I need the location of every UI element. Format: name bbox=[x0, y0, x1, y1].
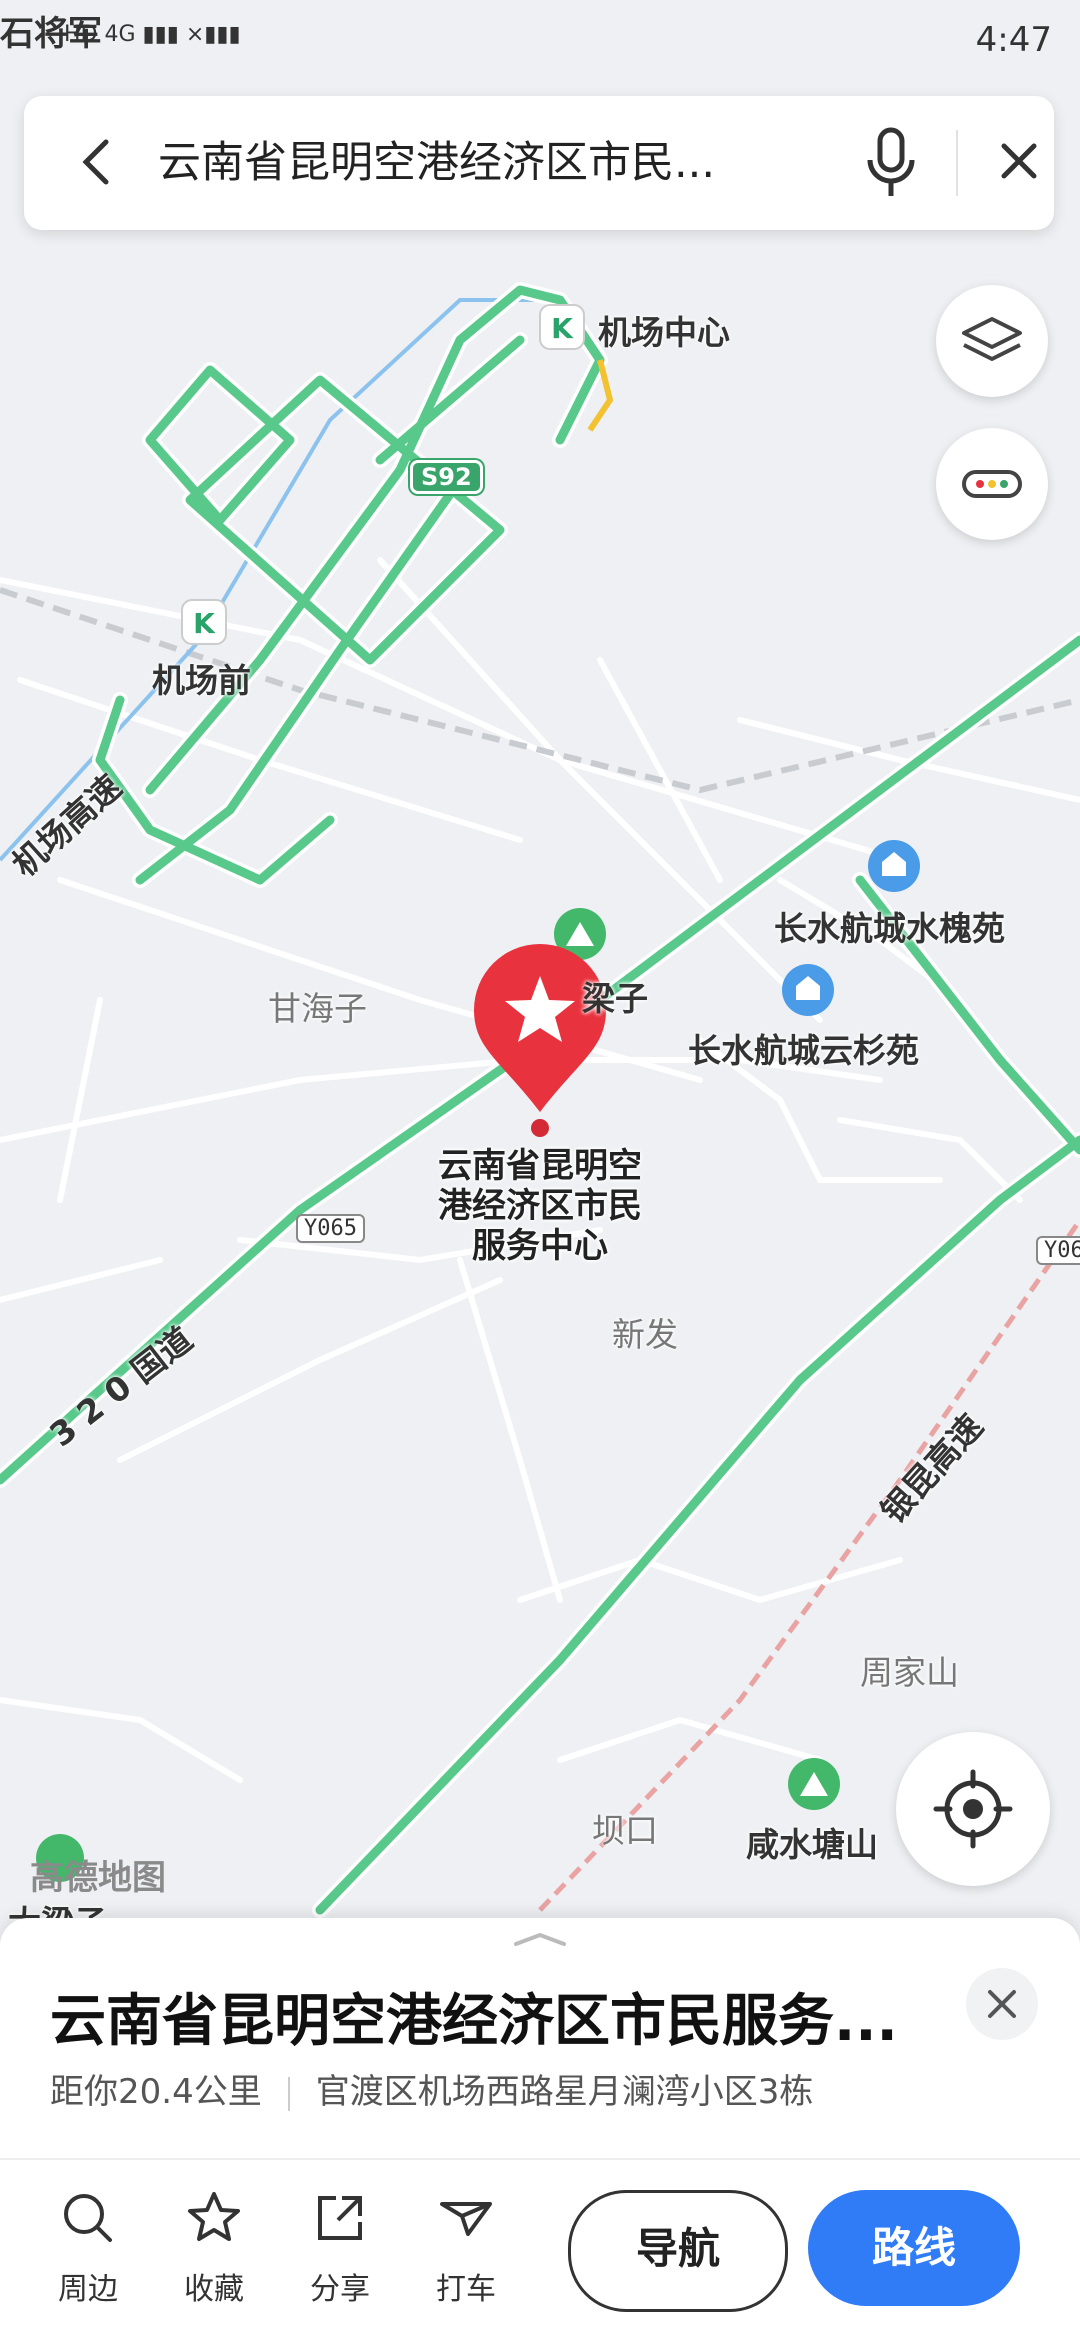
label-xinfa: 新发 bbox=[612, 1315, 678, 1354]
label-airport-center[interactable]: 机场中心 bbox=[598, 306, 730, 354]
svg-text:K: K bbox=[193, 607, 216, 640]
divider bbox=[0, 2158, 1080, 2160]
close-icon bbox=[988, 1990, 1016, 2018]
meta-divider bbox=[287, 2076, 290, 2111]
taxi-icon bbox=[440, 2202, 492, 2236]
favorite-button[interactable]: 收藏 bbox=[164, 2188, 264, 2308]
yunshanyuan-icon[interactable] bbox=[782, 964, 834, 1016]
road-tag-y06: Y06 bbox=[1036, 1236, 1080, 1265]
place-title: 云南省昆明空港经济区市民服务... bbox=[50, 1989, 898, 2054]
label-yunshanyuan[interactable]: 长水航城云杉苑 bbox=[688, 1024, 919, 1072]
airport-front-icon[interactable]: K bbox=[181, 599, 227, 645]
star-icon bbox=[188, 2192, 240, 2241]
close-icon[interactable] bbox=[984, 126, 1054, 196]
nearby-button[interactable]: 周边 bbox=[38, 2188, 138, 2308]
road-tag-y065: Y065 bbox=[296, 1214, 365, 1243]
road-tag-s92: S92 bbox=[410, 460, 483, 494]
signal-icon: HD 4G ▮▮▮ ×▮▮▮ bbox=[64, 22, 241, 47]
taxi-label: 打车 bbox=[436, 2272, 496, 2307]
airport-center-icon[interactable]: K bbox=[539, 304, 585, 350]
microphone-icon[interactable] bbox=[856, 124, 926, 202]
search-icon bbox=[64, 2194, 112, 2242]
distance-text: 距你20.4公里 bbox=[50, 2072, 262, 2112]
amap-logo: 高德地图 bbox=[30, 1858, 166, 1898]
layers-button[interactable] bbox=[936, 285, 1048, 397]
address-text: 官渡区机场西路星月澜湾小区3栋 bbox=[315, 2072, 814, 2112]
traffic-icon bbox=[962, 470, 1022, 498]
share-label: 分享 bbox=[310, 2272, 370, 2307]
label-airport-front[interactable]: 机场前 bbox=[152, 654, 251, 702]
svg-text:K: K bbox=[551, 312, 574, 345]
route-button[interactable]: 路线 bbox=[808, 2190, 1020, 2306]
back-arrow-icon[interactable] bbox=[68, 132, 128, 192]
shuihuaiyuan-icon[interactable] bbox=[868, 840, 920, 892]
poi-name[interactable]: 云南省昆明空 港经济区市民 服务中心 bbox=[410, 1146, 670, 1266]
label-xianshuitangshan[interactable]: 咸水塘山 bbox=[746, 1818, 878, 1866]
share-button[interactable]: 分享 bbox=[290, 2188, 390, 2308]
nearby-label: 周边 bbox=[58, 2272, 118, 2307]
label-ganhaizi: 甘海子 bbox=[268, 989, 367, 1028]
label-zhoujiashan: 周家山 bbox=[860, 1653, 959, 1692]
sheet-close-button[interactable] bbox=[966, 1968, 1038, 2040]
sheet-handle-icon[interactable] bbox=[510, 1932, 570, 1946]
poi-name-line2: 港经济区市民 bbox=[438, 1186, 642, 1226]
place-meta: 距你20.4公里 官渡区机场西路星月澜湾小区3栋 bbox=[50, 2064, 813, 2113]
xianshuitangshan-icon[interactable] bbox=[788, 1758, 840, 1810]
favorite-label: 收藏 bbox=[184, 2272, 244, 2307]
locate-button[interactable] bbox=[896, 1732, 1050, 1886]
search-bar[interactable]: 云南省昆明空港经济区市民... bbox=[24, 96, 1054, 230]
clock: 4:47 bbox=[975, 20, 1052, 60]
divider bbox=[956, 130, 958, 196]
taxi-button[interactable]: 打车 bbox=[416, 2188, 516, 2308]
layers-icon bbox=[962, 317, 1022, 361]
locate-icon bbox=[933, 1769, 1013, 1849]
label-bakou: 坝口 bbox=[592, 1811, 658, 1850]
label-liangzi[interactable]: 梁子 bbox=[582, 972, 648, 1020]
status-bar: 石将军 HD 4G ▮▮▮ ×▮▮▮ 4:47 bbox=[0, 0, 1080, 80]
navigate-button[interactable]: 导航 bbox=[568, 2190, 788, 2312]
detail-sheet: 云南省昆明空港经济区市民服务... 距你20.4公里 官渡区机场西路星月澜湾小区3… bbox=[0, 1918, 1080, 2340]
traffic-button[interactable] bbox=[936, 428, 1048, 540]
share-icon bbox=[318, 2196, 362, 2240]
search-query[interactable]: 云南省昆明空港经济区市民... bbox=[158, 132, 798, 194]
poi-name-line1: 云南省昆明空 bbox=[438, 1146, 642, 1186]
poi-name-line3: 服务中心 bbox=[472, 1226, 608, 1266]
label-shuihuaiyuan[interactable]: 长水航城水槐苑 bbox=[774, 902, 1005, 950]
